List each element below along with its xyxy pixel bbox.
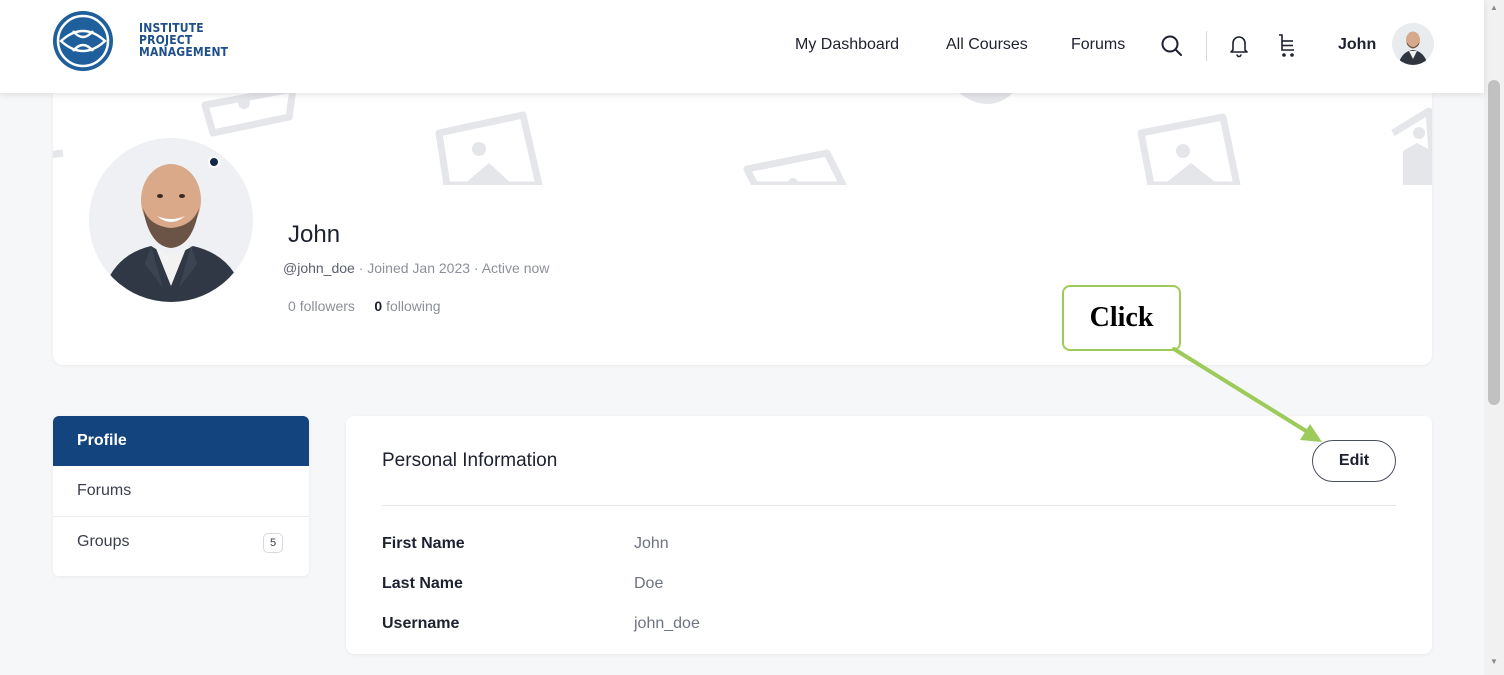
nav-all-courses[interactable]: All Courses [946,36,1028,54]
field-value-username: john_doe [634,615,700,632]
cover-pattern [53,93,1432,185]
search-icon[interactable] [1160,34,1184,63]
click-callout: Click [1062,285,1181,351]
user-avatar[interactable] [1392,23,1434,65]
profile-card: John @john_doe · Joined Jan 2023 · Activ… [53,93,1432,365]
profile-meta: @john_doe · Joined Jan 2023 · Active now [283,260,549,276]
header-user-name[interactable]: John [1338,36,1376,54]
scroll-up-icon[interactable]: ▲ [1490,3,1498,12]
profile-joined-status: · Joined Jan 2023 · Active now [354,260,550,276]
online-status-dot [208,156,220,168]
field-value-first-name: John [634,535,669,552]
sidebar-item-label: Groups [77,533,130,550]
section-title: Personal Information [382,450,558,471]
logo-line: MANAGEMENT [139,45,229,59]
groups-count-badge: 5 [263,533,283,553]
following-label[interactable]: following [386,298,440,314]
nav-forums[interactable]: Forums [1071,36,1125,54]
field-label-username: Username [382,615,460,632]
followers-count[interactable]: 0 [288,298,296,314]
field-label-first-name: First Name [382,535,465,552]
page-scrollbar[interactable]: ▲ ▼ [1484,0,1504,675]
scroll-down-icon[interactable]: ▼ [1490,657,1498,666]
profile-avatar[interactable] [89,138,253,302]
sidebar-item-forums[interactable]: Forums [53,466,309,516]
scroll-thumb[interactable] [1488,80,1500,405]
nav-my-dashboard[interactable]: My Dashboard [795,36,899,54]
cart-icon[interactable] [1276,33,1298,64]
profile-name: John [288,221,341,248]
logo-text[interactable]: INSTITUTE PROJECT MANAGEMENT [139,22,228,58]
site-header: INSTITUTE PROJECT MANAGEMENT My Dashboar… [0,0,1484,93]
personal-info-panel: Personal Information Edit First Name Joh… [346,416,1432,654]
edit-button[interactable]: Edit [1312,440,1396,482]
section-divider [382,505,1396,506]
followers-label[interactable]: followers [300,298,355,314]
logo-icon[interactable] [53,11,113,71]
cover-image [53,93,1432,185]
following-count[interactable]: 0 [374,298,382,314]
field-value-last-name: Doe [634,575,664,592]
sidebar-item-groups[interactable]: Groups 5 [53,516,309,566]
profile-side-nav: Profile Forums Groups 5 [53,416,309,576]
profile-handle: @john_doe [283,260,355,276]
follow-stats: 0 followers 0 following [288,298,441,314]
sidebar-item-profile[interactable]: Profile [53,416,309,466]
header-divider [1206,31,1207,61]
bell-icon[interactable] [1229,33,1249,64]
field-label-last-name: Last Name [382,575,463,592]
